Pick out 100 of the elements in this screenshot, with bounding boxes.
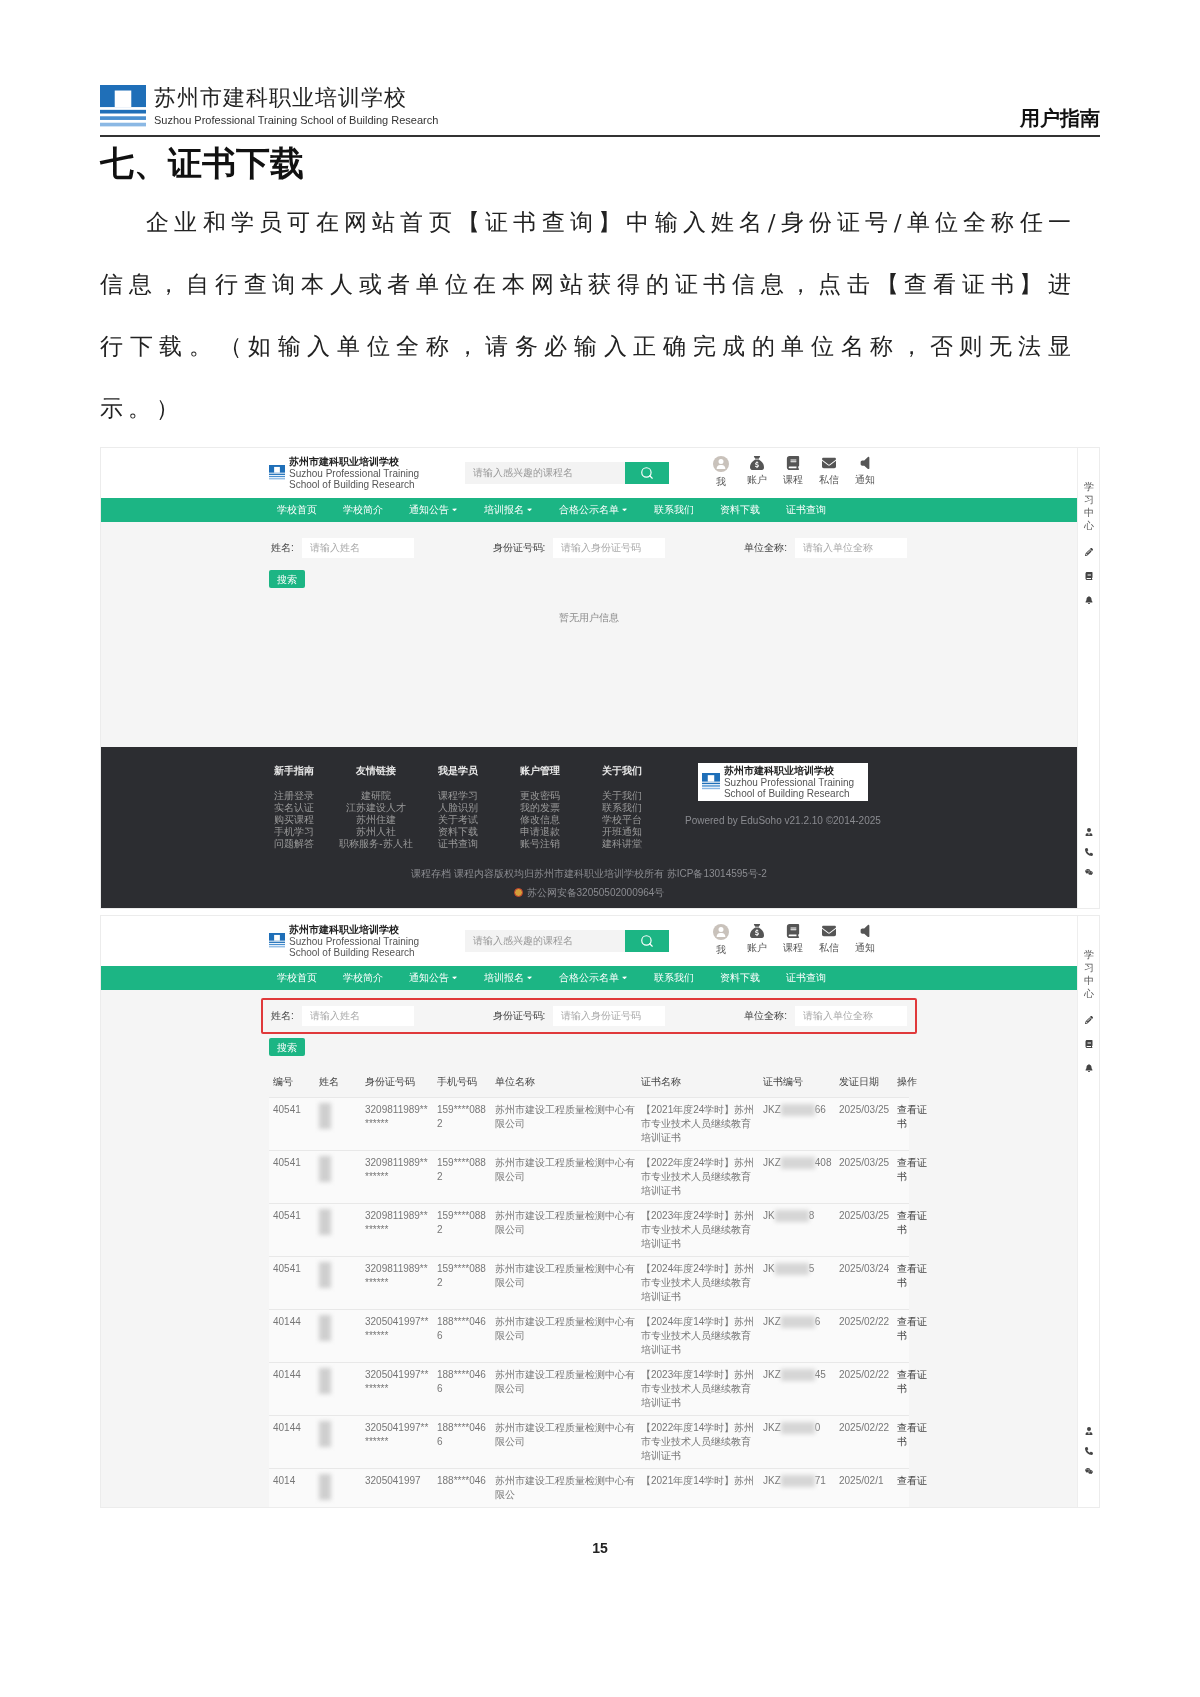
speaker-icon[interactable] xyxy=(858,456,872,470)
user-menu-label[interactable]: 课程 xyxy=(783,940,803,955)
learning-center-link[interactable]: 学习中心 xyxy=(1083,947,1094,1000)
nav-item[interactable]: 学校简介 xyxy=(343,970,383,985)
mail-icon[interactable] xyxy=(822,456,836,470)
footer-link[interactable]: 账号注销 xyxy=(520,837,560,850)
footer-link[interactable]: 手机学习 xyxy=(274,825,314,838)
nav-item[interactable]: 通知公告 xyxy=(409,502,458,517)
pencil-icon[interactable] xyxy=(1084,1015,1093,1024)
course-search-field[interactable]: 请输入感兴趣的课程名 xyxy=(465,461,625,484)
bell-icon[interactable] xyxy=(1084,595,1093,604)
search-button[interactable] xyxy=(625,929,669,952)
table-cell: JKZ xyxy=(763,1473,781,1488)
footer-link[interactable]: 苏州人社 xyxy=(356,825,396,838)
nav-item[interactable]: 证书查询 xyxy=(786,502,826,517)
view-certificate-link[interactable]: 查看证书 xyxy=(897,1102,931,1145)
nav-item[interactable]: 联系我们 xyxy=(654,502,694,517)
search-input[interactable]: 请输入身份证号码 xyxy=(553,1005,666,1026)
footer-link[interactable]: 课程学习 xyxy=(438,789,478,802)
user-menu-label[interactable]: 账户 xyxy=(747,940,767,955)
footer-link[interactable]: 学校平台 xyxy=(602,813,642,826)
search-submit-button[interactable]: 搜索 xyxy=(269,1038,305,1056)
table-cell: JKZ xyxy=(763,1420,781,1435)
footer-link[interactable]: 建科讲堂 xyxy=(602,837,642,850)
bell-icon[interactable] xyxy=(1084,1063,1093,1072)
nav-item[interactable]: 证书查询 xyxy=(786,970,826,985)
user-menu-label[interactable]: 私信 xyxy=(819,940,839,955)
view-certificate-link[interactable]: 查看证书 xyxy=(897,1367,931,1410)
footer-link[interactable]: 联系我们 xyxy=(602,801,642,814)
phone-icon[interactable] xyxy=(1084,847,1093,856)
footer-link[interactable]: 关于我们 xyxy=(602,789,642,802)
footer-link[interactable]: 关于考试 xyxy=(438,813,478,826)
footer-link[interactable]: 我的发票 xyxy=(520,801,560,814)
view-certificate-link[interactable]: 查看证 xyxy=(897,1473,931,1502)
view-certificate-link[interactable]: 查看证书 xyxy=(897,1261,931,1304)
user-menu-label[interactable]: 通知 xyxy=(855,472,875,487)
search-input[interactable]: 请输入姓名 xyxy=(301,1005,414,1026)
book-icon[interactable] xyxy=(786,924,800,938)
table-cell-text: 2025/02/1 xyxy=(839,1473,885,1488)
footer-link[interactable]: 问题解答 xyxy=(274,837,314,850)
nav-item[interactable]: 合格公示名单 xyxy=(559,502,628,517)
footer-link[interactable]: 苏州住建 xyxy=(356,813,396,826)
mail-icon[interactable] xyxy=(822,924,836,938)
learning-center-link[interactable]: 学习中心 xyxy=(1083,479,1094,532)
course-search-field[interactable]: 请输入感兴趣的课程名 xyxy=(465,929,625,952)
nav-item[interactable]: 学校简介 xyxy=(343,502,383,517)
nav-item[interactable]: 培训报名 xyxy=(484,970,533,985)
footer-link[interactable]: 证书查询 xyxy=(438,837,478,850)
book-icon[interactable] xyxy=(1084,1039,1093,1048)
money-bag-icon[interactable] xyxy=(750,924,764,938)
nav-item[interactable]: 学校首页 xyxy=(277,502,317,517)
footer-link[interactable]: 注册登录 xyxy=(274,789,314,802)
footer-link[interactable]: 江苏建设人才 xyxy=(346,801,406,814)
table-cell: JKZ xyxy=(763,1102,781,1117)
table-cell-text: 40144 xyxy=(273,1367,302,1382)
column-header: 证书名称 xyxy=(641,1074,682,1089)
footer-link[interactable]: 购买课程 xyxy=(274,813,314,826)
pencil-icon[interactable] xyxy=(1084,547,1093,556)
search-input[interactable]: 请输入单位全称 xyxy=(795,537,907,558)
search-input[interactable]: 请输入姓名 xyxy=(301,537,414,558)
user-icon[interactable] xyxy=(1084,827,1093,836)
search-input[interactable]: 请输入单位全称 xyxy=(795,1005,907,1026)
money-bag-icon[interactable] xyxy=(750,456,764,470)
footer-link[interactable]: 更改密码 xyxy=(520,789,560,802)
user-menu-label[interactable]: 通知 xyxy=(855,940,875,955)
user-menu-label[interactable]: 课程 xyxy=(783,472,803,487)
phone-icon[interactable] xyxy=(1084,1446,1093,1455)
footer-link[interactable]: 实名认证 xyxy=(274,801,314,814)
nav-item[interactable]: 资料下载 xyxy=(720,970,760,985)
view-certificate-link[interactable]: 查看证书 xyxy=(897,1314,931,1357)
nav-item[interactable]: 资料下载 xyxy=(720,502,760,517)
user-menu-label[interactable]: 私信 xyxy=(819,472,839,487)
footer-link[interactable]: 开班通知 xyxy=(602,825,642,838)
column-header: 编号 xyxy=(273,1074,294,1089)
search-button[interactable] xyxy=(625,461,669,484)
chat-icon[interactable] xyxy=(1084,1466,1093,1475)
nav-item[interactable]: 培训报名 xyxy=(484,502,533,517)
user-menu-label[interactable]: 账户 xyxy=(747,472,767,487)
nav-item[interactable]: 联系我们 xyxy=(654,970,694,985)
footer-link[interactable]: 人脸识别 xyxy=(438,801,478,814)
user-menu-label[interactable]: 我 xyxy=(716,942,726,957)
view-certificate-link[interactable]: 查看证书 xyxy=(897,1155,931,1198)
book-icon[interactable] xyxy=(1084,571,1093,580)
footer-link[interactable]: 申请退款 xyxy=(520,825,560,838)
chat-icon[interactable] xyxy=(1084,867,1093,876)
view-certificate-link[interactable]: 查看证书 xyxy=(897,1420,931,1463)
view-certificate-link[interactable]: 查看证书 xyxy=(897,1208,931,1251)
footer-link[interactable]: 建研院 xyxy=(361,789,391,802)
nav-item[interactable]: 合格公示名单 xyxy=(559,970,628,985)
book-icon[interactable] xyxy=(786,456,800,470)
search-input[interactable]: 请输入身份证号码 xyxy=(553,537,666,558)
nav-item[interactable]: 学校首页 xyxy=(277,970,317,985)
user-menu-label[interactable]: 我 xyxy=(716,474,726,489)
speaker-icon[interactable] xyxy=(858,924,872,938)
user-icon[interactable] xyxy=(1084,1426,1093,1435)
footer-link[interactable]: 职称服务-苏人社 xyxy=(339,837,413,850)
footer-link[interactable]: 修改信息 xyxy=(520,813,560,826)
search-submit-button[interactable]: 搜索 xyxy=(269,570,305,588)
footer-link[interactable]: 资料下载 xyxy=(438,825,478,838)
nav-item[interactable]: 通知公告 xyxy=(409,970,458,985)
